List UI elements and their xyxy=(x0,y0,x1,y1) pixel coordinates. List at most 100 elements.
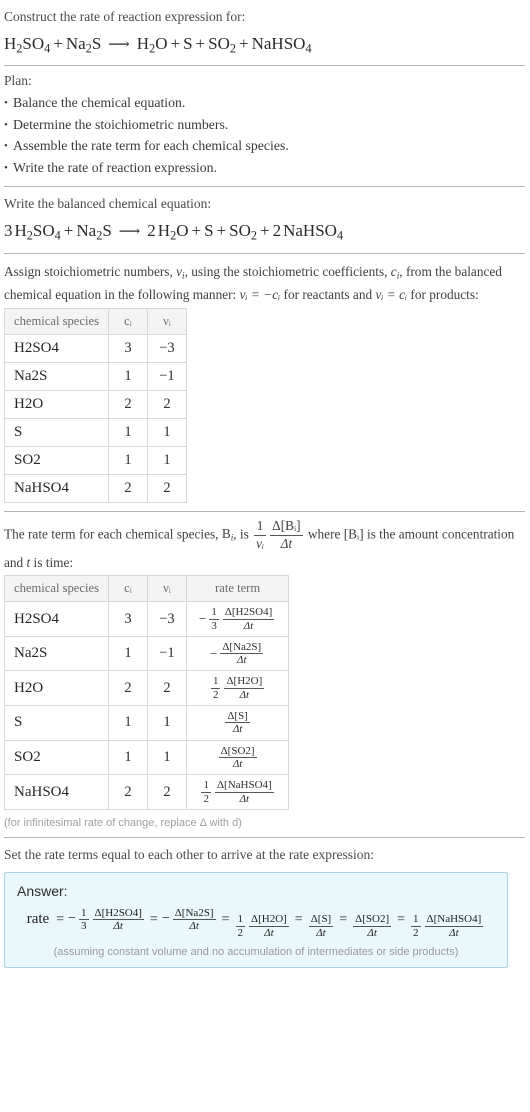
rate-term-coefficient: 12 xyxy=(201,779,211,805)
prompt-section: Construct the rate of reaction expressio… xyxy=(4,0,526,65)
symbol-B: Bi xyxy=(221,526,234,544)
cell-species: H2SO4 xyxy=(4,333,109,363)
column-header-c: cᵢ xyxy=(107,307,148,335)
cell-rate-term: Δ[SO2] Δt xyxy=(185,739,290,776)
plan-list: Balance the chemical equation.Determine … xyxy=(4,92,526,178)
rate-term-expression: − Δ[Na2S] Δt xyxy=(162,907,218,933)
cell-stoichiometric-number: 1 xyxy=(146,739,187,776)
equals-sign: = xyxy=(339,911,348,927)
rate-term-coefficient: 12 xyxy=(235,913,245,939)
cell-stoichiometric-number: −1 xyxy=(146,361,187,391)
rate-term-expression: 1 2 Δ[H2O] Δt xyxy=(209,675,266,701)
cell-stoichiometric-coefficient: 3 xyxy=(107,601,148,637)
rate-term-expression: Δ[S] Δt xyxy=(307,913,336,939)
rate-term-derivative: Δ[H2O] Δt xyxy=(249,913,289,939)
cell-rate-term: −1 3 Δ[H2SO4] Δt xyxy=(185,601,290,637)
table-row: S11 xyxy=(4,417,187,447)
rate-expression: rate = −1 3 Δ[H2SO4] Δt = − Δ[Na2S] Δt = 1 2 Δ[H2O] Δt… xyxy=(17,907,495,939)
table-row: NaHSO4 2 2 xyxy=(4,473,187,503)
equals-sign: = xyxy=(221,911,230,927)
column-header-species: chemical species xyxy=(4,307,109,335)
plan-step: Determine the stoichiometric numbers. xyxy=(4,114,526,136)
cell-species: NaHSO4 xyxy=(4,473,109,503)
stoich-intro-part-5: for products: xyxy=(407,287,479,303)
page-title: Construct the rate of reaction expressio… xyxy=(4,9,246,24)
balanced-reaction-equation: 3 H2SO4 + Na2S ⟶ 2 H2O + S + SO2 +2 NaHSO4 xyxy=(4,218,526,245)
cell-stoichiometric-coefficient: 2 xyxy=(107,389,148,419)
cell-stoichiometric-coefficient: 1 xyxy=(107,361,148,391)
bracket-B: [Bᵢ] xyxy=(343,526,364,542)
cell-stoichiometric-number: 1 xyxy=(146,445,187,475)
cell-species: Na2S xyxy=(4,635,109,672)
balanced-equation-section: Write the balanced chemical equation: 3H… xyxy=(4,187,526,252)
cell-stoichiometric-coefficient: 1 xyxy=(107,445,148,475)
cell-stoichiometric-coefficient: 2 xyxy=(107,473,148,503)
table-row: H2SO4 3 −3−1 3 Δ[H2SO4] Δt xyxy=(4,601,290,637)
rate-terms-section: The rate term for each chemical species,… xyxy=(4,512,526,837)
cell-species: NaHSO4 xyxy=(4,774,109,810)
rate-terms-footnote: (for infinitesimal rate of change, repla… xyxy=(4,816,242,829)
cell-rate-term: − Δ[Na2S] Δt xyxy=(185,635,290,672)
rate-term-expression: 1 2 Δ[H2O] Δt xyxy=(234,913,291,939)
stoichiometric-section: Assign stoichiometric numbers, νi, using… xyxy=(4,254,526,511)
input-reaction-equation: H2SO4 + Na2S ⟶ H2O + S + SO2 + NaHSO4 xyxy=(4,31,526,58)
equals-sign: = xyxy=(56,911,65,927)
cell-species: H2O xyxy=(4,670,109,707)
plan-step: Balance the chemical equation. xyxy=(4,92,526,114)
stoichiometric-table: chemical species cᵢ νᵢ H2SO4 3 −3 Na2S 1 −1 H2O 2… xyxy=(4,307,187,503)
cell-stoichiometric-number: −1 xyxy=(146,635,187,672)
stoichiometric-table-body: H2SO4 3 −3 Na2S 1 −1 H2O 2 2 S 1 1 SO2 1 1 NaHSO4 2 2 xyxy=(4,333,187,503)
stoich-intro-part-2: , using the stoichiometric coefficients, xyxy=(184,263,391,279)
stoichiometric-intro: Assign stoichiometric numbers, νi, using… xyxy=(4,261,526,306)
table-row: H2O 2 2 1 2 Δ[H2O] Δt xyxy=(4,670,290,707)
rate-term-derivative: Δ[Na2S] Δt xyxy=(172,906,216,932)
cell-stoichiometric-number: 2 xyxy=(146,774,187,810)
cell-stoichiometric-coefficient: 1 xyxy=(107,705,148,741)
stoich-intro-part-4: for reactants and xyxy=(280,287,376,303)
rate-term-expression: 1 2 Δ[NaHSO4] Δt xyxy=(409,913,485,939)
table-row: S 1 1 Δ[S] Δt xyxy=(4,705,290,741)
cell-species: H2O xyxy=(4,389,109,419)
answer-assumption-note: (assuming constant volume and no accumul… xyxy=(53,945,459,958)
rate-term-expression: Δ[S] Δt xyxy=(223,710,252,736)
cell-stoichiometric-number: −3 xyxy=(146,333,187,363)
rate-term-definition-delta: Δ[Bᵢ] Δt xyxy=(270,517,303,551)
cell-stoichiometric-coefficient: 1 xyxy=(107,417,148,447)
column-header-c: cᵢ xyxy=(107,575,148,603)
rate-terms-intro: The rate term for each chemical species,… xyxy=(4,517,526,573)
cell-stoichiometric-coefficient: 1 xyxy=(107,635,148,672)
rate-term-expression: Δ[SO2] Δt xyxy=(217,745,259,771)
cell-stoichiometric-number: 1 xyxy=(146,705,187,741)
rate-intro-part-2: , is xyxy=(233,526,253,542)
rate-term-coefficient: 12 xyxy=(411,913,421,939)
rate-terms-table-head: chemical species cᵢ νᵢ rate term xyxy=(4,575,290,603)
table-row: H2SO4 3 −3 xyxy=(4,333,187,363)
rate-terms-table: chemical species cᵢ νᵢ rate term H2SO4 3 −3−1… xyxy=(4,575,290,810)
cell-stoichiometric-coefficient: 1 xyxy=(107,739,148,776)
cell-rate-term: 1 2 Δ[NaHSO4] Δt xyxy=(185,774,290,810)
rate-term-sign: − xyxy=(198,611,207,627)
rate-term-derivative: Δ[H2SO4] Δt xyxy=(92,906,144,932)
rate-term-expression: Δ[SO2] Δt xyxy=(351,913,393,939)
rate-term-derivative: Δ[SO2] Δt xyxy=(353,913,392,939)
rate-term-derivative: Δ[Na2S] Δt xyxy=(220,640,264,667)
rate-term-derivative: Δ[NaHSO4] Δt xyxy=(424,913,484,939)
balanced-reaction-body: 3 H2SO4 + Na2S ⟶ 2 H2O + S + SO2 +2 NaHSO4 xyxy=(4,220,344,243)
answer-box: Answer: rate = −1 3 Δ[H2SO4] Δt = − Δ[Na2S] Δt = 1 2… xyxy=(4,871,508,968)
stoich-intro-part-1: Assign stoichiometric numbers, xyxy=(4,263,177,279)
table-row: H2O 2 2 xyxy=(4,389,187,419)
balanced-equation-title: Write the balanced chemical equation: xyxy=(4,196,212,212)
cell-stoichiometric-number: 2 xyxy=(146,389,187,419)
cell-stoichiometric-number: 1 xyxy=(146,417,187,447)
cell-stoichiometric-coefficient: 2 xyxy=(107,670,148,707)
cell-stoichiometric-coefficient: 2 xyxy=(107,774,148,810)
stoichiometric-table-head: chemical species cᵢ νᵢ xyxy=(4,307,187,335)
rate-term-expression: − Δ[Na2S] Δt xyxy=(210,641,265,667)
table-row: Na2S 1 −1 − Δ[Na2S] Δt xyxy=(4,635,290,672)
equals-sign: = xyxy=(397,911,406,927)
plan-title: Plan: xyxy=(4,73,32,89)
rate-term-derivative: Δ[H2O] Δt xyxy=(224,675,265,701)
table-header-row: chemical species cᵢ νᵢ xyxy=(4,307,187,335)
column-header-nu: νᵢ xyxy=(146,575,187,603)
table-row: SO2 1 1 Δ[SO2] Δt xyxy=(4,739,290,776)
